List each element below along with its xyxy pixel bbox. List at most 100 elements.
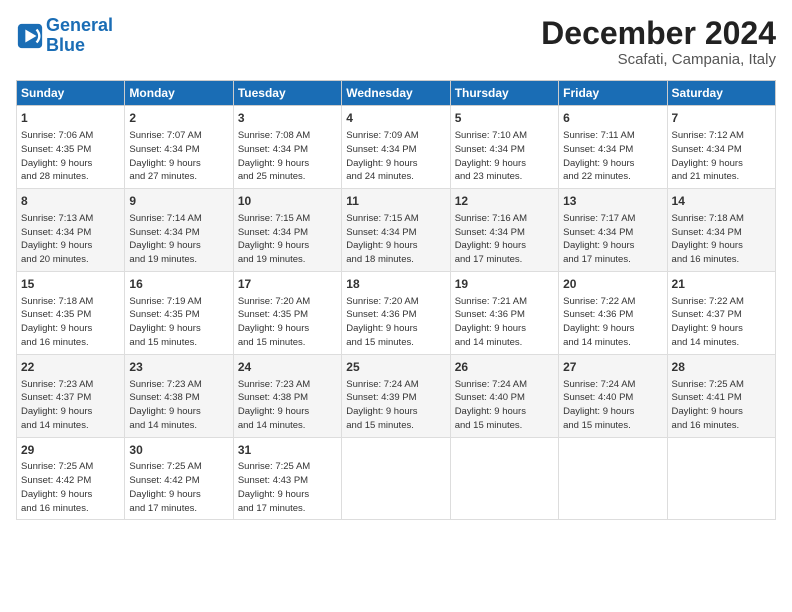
logo-icon (16, 22, 44, 50)
day-number: 7 (672, 110, 771, 127)
calendar-cell: 17 Sunrise: 7:20 AMSunset: 4:35 PMDayligh… (233, 271, 341, 354)
calendar-cell (559, 437, 667, 520)
day-number: 22 (21, 359, 120, 376)
day-number: 4 (346, 110, 445, 127)
day-info: Sunrise: 7:25 AMSunset: 4:43 PMDaylight:… (238, 460, 337, 515)
day-info: Sunrise: 7:19 AMSunset: 4:35 PMDaylight:… (129, 295, 228, 350)
day-info: Sunrise: 7:15 AMSunset: 4:34 PMDaylight:… (346, 212, 445, 267)
calendar-cell: 22 Sunrise: 7:23 AMSunset: 4:37 PMDayligh… (17, 354, 125, 437)
day-info: Sunrise: 7:25 AMSunset: 4:41 PMDaylight:… (672, 378, 771, 433)
calendar-week-row: 1Sunrise: 7:06 AMSunset: 4:35 PMDaylight… (17, 106, 776, 189)
calendar-cell: 5 Sunrise: 7:10 AMSunset: 4:34 PMDaylight… (450, 106, 558, 189)
location: Scafati, Campania, Italy (541, 51, 776, 68)
day-number: 14 (672, 193, 771, 210)
calendar-table: SundayMondayTuesdayWednesdayThursdayFrid… (16, 80, 776, 520)
calendar-cell (450, 437, 558, 520)
calendar-cell: 15 Sunrise: 7:18 AMSunset: 4:35 PMDayligh… (17, 271, 125, 354)
day-info: Sunrise: 7:09 AMSunset: 4:34 PMDaylight:… (346, 129, 445, 184)
logo-line2: Blue (46, 35, 85, 55)
calendar-week-row: 29Sunrise: 7:25 AMSunset: 4:42 PMDayligh… (17, 437, 776, 520)
calendar-cell: 19 Sunrise: 7:21 AMSunset: 4:36 PMDayligh… (450, 271, 558, 354)
day-info: Sunrise: 7:21 AMSunset: 4:36 PMDaylight:… (455, 295, 554, 350)
day-number: 31 (238, 442, 337, 459)
day-number: 17 (238, 276, 337, 293)
day-info: Sunrise: 7:23 AMSunset: 4:38 PMDaylight:… (129, 378, 228, 433)
weekday-header: Friday (559, 81, 667, 106)
calendar-cell: 3Sunrise: 7:08 AMSunset: 4:34 PMDaylight… (233, 106, 341, 189)
day-number: 28 (672, 359, 771, 376)
day-info: Sunrise: 7:22 AMSunset: 4:37 PMDaylight:… (672, 295, 771, 350)
calendar-cell: 20 Sunrise: 7:22 AMSunset: 4:36 PMDayligh… (559, 271, 667, 354)
calendar-cell: 27 Sunrise: 7:24 AMSunset: 4:40 PMDayligh… (559, 354, 667, 437)
calendar-cell: 30Sunrise: 7:25 AMSunset: 4:42 PMDayligh… (125, 437, 233, 520)
day-info: Sunrise: 7:20 AMSunset: 4:36 PMDaylight:… (346, 295, 445, 350)
calendar-cell: 18 Sunrise: 7:20 AMSunset: 4:36 PMDayligh… (342, 271, 450, 354)
calendar-header-row: SundayMondayTuesdayWednesdayThursdayFrid… (17, 81, 776, 106)
day-number: 15 (21, 276, 120, 293)
calendar-cell: 25Sunrise: 7:24 AMSunset: 4:39 PMDayligh… (342, 354, 450, 437)
day-number: 18 (346, 276, 445, 293)
weekday-header: Thursday (450, 81, 558, 106)
calendar-cell: 1Sunrise: 7:06 AMSunset: 4:35 PMDaylight… (17, 106, 125, 189)
calendar-week-row: 15 Sunrise: 7:18 AMSunset: 4:35 PMDayligh… (17, 271, 776, 354)
day-number: 5 (455, 110, 554, 127)
day-number: 11 (346, 193, 445, 210)
day-info: Sunrise: 7:07 AMSunset: 4:34 PMDaylight:… (129, 129, 228, 184)
day-number: 26 (455, 359, 554, 376)
day-number: 1 (21, 110, 120, 127)
calendar-cell: 9Sunrise: 7:14 AMSunset: 4:34 PMDaylight… (125, 189, 233, 272)
day-info: Sunrise: 7:23 AMSunset: 4:38 PMDaylight:… (238, 378, 337, 433)
header: General Blue December 2024 Scafati, Camp… (16, 16, 776, 68)
weekday-header: Saturday (667, 81, 775, 106)
logo-line1: General (46, 15, 113, 35)
day-info: Sunrise: 7:14 AMSunset: 4:34 PMDaylight:… (129, 212, 228, 267)
day-info: Sunrise: 7:25 AMSunset: 4:42 PMDaylight:… (21, 460, 120, 515)
day-info: Sunrise: 7:13 AMSunset: 4:34 PMDaylight:… (21, 212, 120, 267)
calendar-cell: 11 Sunrise: 7:15 AMSunset: 4:34 PMDayligh… (342, 189, 450, 272)
calendar-week-row: 22 Sunrise: 7:23 AMSunset: 4:37 PMDayligh… (17, 354, 776, 437)
calendar-cell: 16 Sunrise: 7:19 AMSunset: 4:35 PMDayligh… (125, 271, 233, 354)
calendar-cell: 12Sunrise: 7:16 AMSunset: 4:34 PMDayligh… (450, 189, 558, 272)
day-info: Sunrise: 7:15 AMSunset: 4:34 PMDaylight:… (238, 212, 337, 267)
day-info: Sunrise: 7:18 AMSunset: 4:34 PMDaylight:… (672, 212, 771, 267)
calendar-cell: 8Sunrise: 7:13 AMSunset: 4:34 PMDaylight… (17, 189, 125, 272)
day-info: Sunrise: 7:10 AMSunset: 4:34 PMDaylight:… (455, 129, 554, 184)
day-number: 25 (346, 359, 445, 376)
calendar-cell (667, 437, 775, 520)
title-block: December 2024 Scafati, Campania, Italy (541, 16, 776, 68)
logo: General Blue (16, 16, 113, 56)
day-info: Sunrise: 7:18 AMSunset: 4:35 PMDaylight:… (21, 295, 120, 350)
day-number: 12 (455, 193, 554, 210)
day-number: 21 (672, 276, 771, 293)
weekday-header: Tuesday (233, 81, 341, 106)
calendar-cell: 6 Sunrise: 7:11 AMSunset: 4:34 PMDaylight… (559, 106, 667, 189)
day-info: Sunrise: 7:08 AMSunset: 4:34 PMDaylight:… (238, 129, 337, 184)
day-number: 20 (563, 276, 662, 293)
day-number: 6 (563, 110, 662, 127)
page-container: General Blue December 2024 Scafati, Camp… (0, 0, 792, 612)
day-info: Sunrise: 7:11 AMSunset: 4:34 PMDaylight:… (563, 129, 662, 184)
calendar-cell: 14 Sunrise: 7:18 AMSunset: 4:34 PMDayligh… (667, 189, 775, 272)
day-number: 30 (129, 442, 228, 459)
day-number: 19 (455, 276, 554, 293)
day-info: Sunrise: 7:23 AMSunset: 4:37 PMDaylight:… (21, 378, 120, 433)
calendar-cell: 21 Sunrise: 7:22 AMSunset: 4:37 PMDayligh… (667, 271, 775, 354)
calendar-cell: 23 Sunrise: 7:23 AMSunset: 4:38 PMDayligh… (125, 354, 233, 437)
day-number: 2 (129, 110, 228, 127)
day-info: Sunrise: 7:25 AMSunset: 4:42 PMDaylight:… (129, 460, 228, 515)
calendar-cell: 10Sunrise: 7:15 AMSunset: 4:34 PMDayligh… (233, 189, 341, 272)
logo-text: General Blue (46, 16, 113, 56)
day-number: 29 (21, 442, 120, 459)
day-info: Sunrise: 7:20 AMSunset: 4:35 PMDaylight:… (238, 295, 337, 350)
calendar-cell (342, 437, 450, 520)
day-number: 27 (563, 359, 662, 376)
day-number: 16 (129, 276, 228, 293)
calendar-cell: 31Sunrise: 7:25 AMSunset: 4:43 PMDayligh… (233, 437, 341, 520)
day-info: Sunrise: 7:24 AMSunset: 4:40 PMDaylight:… (563, 378, 662, 433)
day-number: 23 (129, 359, 228, 376)
calendar-cell: 24 Sunrise: 7:23 AMSunset: 4:38 PMDayligh… (233, 354, 341, 437)
calendar-cell: 28 Sunrise: 7:25 AMSunset: 4:41 PMDayligh… (667, 354, 775, 437)
day-number: 24 (238, 359, 337, 376)
day-info: Sunrise: 7:12 AMSunset: 4:34 PMDaylight:… (672, 129, 771, 184)
day-info: Sunrise: 7:22 AMSunset: 4:36 PMDaylight:… (563, 295, 662, 350)
